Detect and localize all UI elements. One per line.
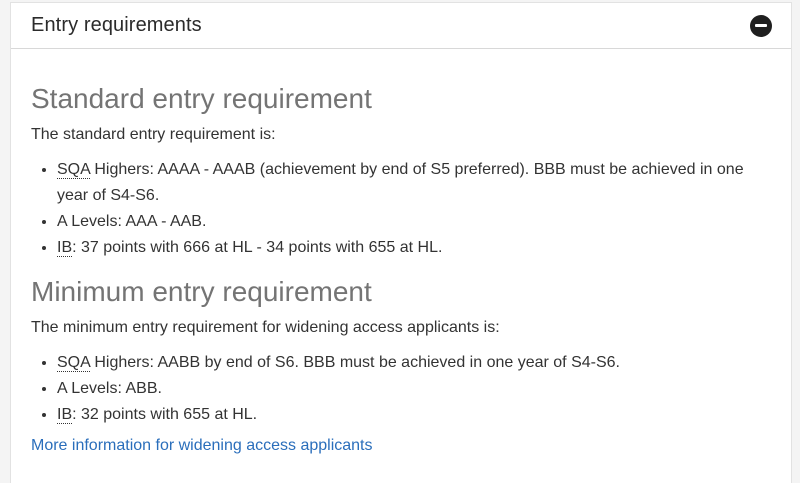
panel-header[interactable]: Entry requirements: [11, 3, 791, 49]
abbr-sqa[interactable]: SQA: [57, 160, 90, 179]
panel-title: Entry requirements: [31, 14, 202, 36]
minimum-intro: The minimum entry requirement for wideni…: [31, 318, 500, 336]
list-item-text: A Levels: ABB.: [57, 379, 162, 397]
minus-bar: [755, 24, 767, 27]
list-item-text: Highers: AAAA - AAAB (achievement by end…: [57, 160, 744, 204]
list-item: IB: 37 points with 666 at HL - 34 points…: [57, 235, 771, 261]
list-item-text: : 37 points with 666 at HL - 34 points w…: [72, 238, 443, 256]
list-item-text: A Levels: AAA - AAB.: [57, 212, 207, 230]
list-item: SQA Highers: AAAA - AAAB (achievement by…: [57, 157, 771, 209]
widening-access-link[interactable]: More information for widening access app…: [31, 437, 373, 455]
minimum-heading: Minimum entry requirement: [31, 275, 372, 307]
abbr-ib[interactable]: IB: [57, 238, 73, 257]
list-item-text: Highers: AABB by end of S6. BBB must be …: [89, 353, 620, 371]
abbr-ib[interactable]: IB: [57, 405, 73, 424]
list-item-text: : 32 points with 655 at HL.: [72, 405, 258, 423]
list-item: A Levels: ABB.: [57, 376, 771, 402]
abbr-sqa[interactable]: SQA: [57, 353, 90, 372]
minimum-list: SQA Highers: AABB by end of S6. BBB must…: [31, 350, 771, 428]
panel-body: Standard entry requirement The standard …: [11, 82, 791, 455]
standard-heading: Standard entry requirement: [31, 83, 372, 114]
standard-list: SQA Highers: AAAA - AAAB (achievement by…: [31, 157, 771, 261]
list-item: SQA Highers: AABB by end of S6. BBB must…: [57, 350, 771, 376]
standard-intro: The standard entry requirement is:: [31, 125, 276, 143]
list-item: A Levels: AAA - AAB.: [57, 209, 771, 235]
entry-requirements-panel: Entry requirements Standard entry requir…: [10, 2, 792, 483]
minus-circle-icon[interactable]: [750, 14, 772, 37]
list-item: IB: 32 points with 655 at HL.: [57, 402, 771, 428]
